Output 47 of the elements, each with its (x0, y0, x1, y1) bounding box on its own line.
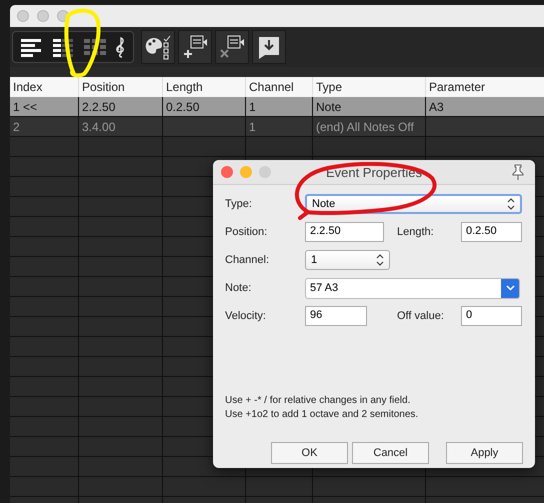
treble-clef-icon[interactable] (115, 36, 127, 58)
table-cell: 0.2.50 (166, 100, 200, 114)
chevron-updown-icon (376, 254, 384, 266)
table-cell: 3.4.00 (82, 120, 116, 134)
table-cell: 1 << (13, 100, 38, 114)
delete-event-button[interactable] (215, 30, 249, 64)
field-label: Off value: (397, 310, 445, 322)
table-row[interactable]: 2 3.4.00 1 (end) All Notes Off (10, 117, 544, 137)
field-label: Position: (225, 226, 268, 238)
add-list-icon (181, 34, 209, 60)
length-field[interactable]: 0.2.50 (461, 222, 522, 242)
column-header[interactable]: Index (10, 77, 78, 97)
field-label: Velocity: (225, 310, 267, 322)
hint-text: Use +1o2 to add 1 octave and 2 semitones. (225, 409, 420, 420)
field-label: Length: (397, 226, 435, 238)
add-event-button[interactable] (178, 30, 212, 64)
field-label: Channel: (225, 254, 270, 266)
remove-list-icon (218, 34, 246, 60)
table-cell: 1 (249, 120, 256, 134)
position-field[interactable]: 2.2.50 (305, 222, 384, 242)
off-value-field[interactable]: 0 (461, 306, 522, 326)
chevron-down-icon (506, 285, 514, 291)
table-cell: (end) All Notes Off (316, 120, 414, 134)
insert-button[interactable] (252, 30, 286, 64)
table-cell: 2 (13, 120, 20, 134)
table-cell: 1 (249, 100, 256, 114)
palette-checklist-button[interactable] (141, 30, 175, 64)
palette-checklist-icon (144, 34, 172, 60)
velocity-field[interactable]: 96 (305, 306, 367, 326)
down-arrow-icon (256, 34, 282, 60)
dialog-button[interactable]: OK (271, 442, 348, 464)
table-row[interactable]: 1 << 2.2.50 0.2.50 1 Note A3 (10, 97, 544, 117)
pin-icon[interactable] (511, 164, 525, 180)
dialog-button[interactable]: Cancel (352, 442, 429, 464)
bars-view-icon[interactable] (19, 37, 43, 57)
dialog-button[interactable]: Apply (446, 442, 523, 464)
hint-text: Use + -* / for relative changes in any field. (225, 395, 412, 406)
list-view-icon[interactable] (51, 37, 75, 57)
table-cell: 2.2.50 (82, 100, 116, 114)
table-cell: A3 (429, 100, 444, 114)
field-label: Note: (225, 282, 252, 294)
field-label: Type: (225, 198, 253, 210)
table-cell: Note (316, 100, 342, 114)
channel-select[interactable]: 1 (305, 250, 390, 270)
grid-view-icon[interactable] (83, 37, 107, 57)
note-combo-box[interactable]: 57 A3 (305, 278, 520, 298)
chevron-updown-icon (507, 198, 515, 210)
